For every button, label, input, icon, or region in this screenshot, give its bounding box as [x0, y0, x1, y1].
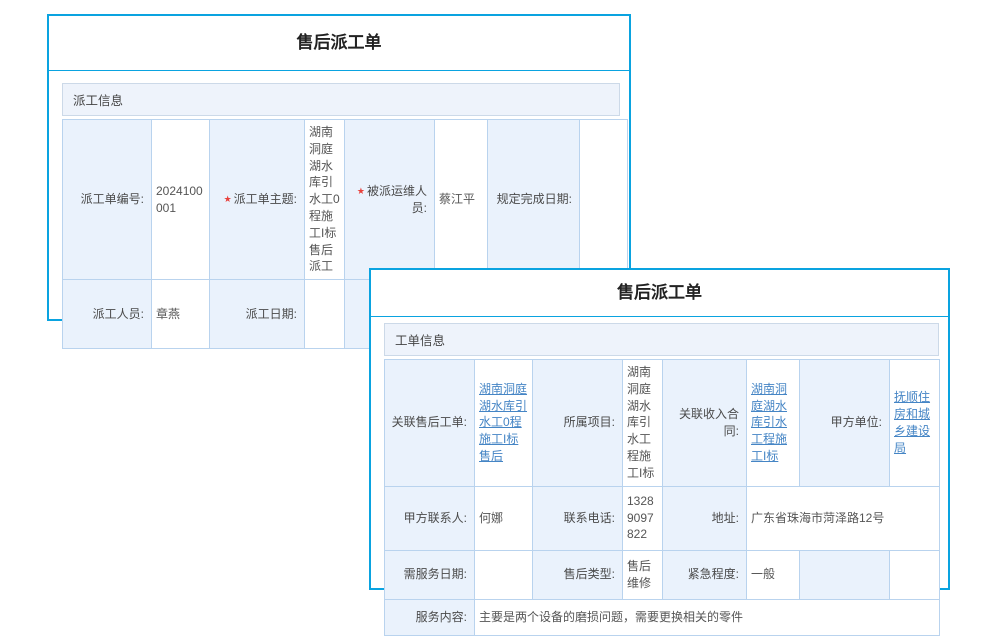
field-label-income-contract: 关联收入合同: — [663, 360, 747, 487]
section-header-dispatch-info: 派工信息 — [62, 83, 620, 116]
field-label-address: 地址: — [663, 486, 747, 550]
field-label-text: 规定完成日期: — [497, 192, 572, 206]
field-value-related-order: 湖南洞庭湖水库引水工0程施工I标售后 — [475, 360, 533, 487]
field-label-client-contact: 甲方联系人: — [385, 486, 475, 550]
field-value-project: 湖南洞庭湖水库引水工程施工I标 — [623, 360, 663, 487]
field-label-text: 甲方联系人: — [404, 511, 467, 525]
field-label-service-type: 售后类型: — [533, 550, 623, 599]
field-value-urgency: 一般 — [747, 550, 800, 599]
field-label-text: 派工人员: — [93, 307, 144, 321]
field-label-order-no: 派工单编号: — [63, 120, 152, 280]
field-label-text: 所属项目: — [564, 415, 615, 429]
income-contract-link[interactable]: 湖南洞庭湖水库引水工程施工I标 — [751, 382, 787, 463]
field-value-income-contract: 湖南洞庭湖水库引水工程施工I标 — [747, 360, 800, 487]
required-star-icon: ★ — [224, 194, 232, 204]
field-label-text: 关联售后工单: — [392, 415, 467, 429]
empty-value-cell — [890, 550, 940, 599]
work-order-info-table: 关联售后工单: 湖南洞庭湖水库引水工0程施工I标售后 所属项目: 湖南洞庭湖水库… — [384, 359, 940, 636]
field-value-service-date — [475, 550, 533, 599]
field-label-text: 地址: — [712, 511, 739, 525]
field-label-text: 需服务日期: — [404, 567, 467, 581]
field-label-assignee: ★被派运维人员: — [345, 120, 435, 280]
related-order-link[interactable]: 湖南洞庭湖水库引水工0程施工I标售后 — [479, 382, 527, 463]
field-value-deadline — [580, 120, 628, 280]
section-header-work-order-info: 工单信息 — [384, 323, 939, 356]
field-label-text: 紧急程度: — [688, 567, 739, 581]
field-label-dispatch-date: 派工日期: — [210, 280, 305, 349]
field-value-dispatcher: 章燕 — [152, 280, 210, 349]
field-value-client-unit: 抚顺住房和城乡建设局 — [890, 360, 940, 487]
field-value-dispatch-date — [305, 280, 345, 349]
field-label-related-order: 关联售后工单: — [385, 360, 475, 487]
field-label-project: 所属项目: — [533, 360, 623, 487]
field-label-text: 派工单主题: — [234, 192, 297, 206]
field-value-subject: 湖南洞庭湖水库引水工0程施工I标售后派工 — [305, 120, 345, 280]
field-label-client-unit: 甲方单位: — [800, 360, 890, 487]
field-value-phone: 13289097822 — [623, 486, 663, 550]
field-label-service-content: 服务内容: — [385, 599, 475, 635]
field-label-text: 联系电话: — [564, 511, 615, 525]
field-label-subject: ★派工单主题: — [210, 120, 305, 280]
field-label-text: 派工日期: — [246, 307, 297, 321]
required-star-icon: ★ — [357, 186, 365, 196]
field-label-service-date: 需服务日期: — [385, 550, 475, 599]
field-label-text: 派工单编号: — [81, 192, 144, 206]
empty-label-cell — [800, 550, 890, 599]
field-label-deadline: 规定完成日期: — [488, 120, 580, 280]
panel-title: 售后派工单 — [49, 16, 629, 71]
field-label-text: 服务内容: — [416, 610, 467, 624]
client-unit-link[interactable]: 抚顺住房和城乡建设局 — [894, 390, 930, 454]
field-label-text: 被派运维人员: — [367, 184, 427, 215]
field-value-address: 广东省珠海市菏泽路12号 — [747, 486, 940, 550]
field-label-urgency: 紧急程度: — [663, 550, 747, 599]
field-label-text: 甲方单位: — [831, 415, 882, 429]
field-value-client-contact: 何娜 — [475, 486, 533, 550]
field-value-assignee: 蔡江平 — [435, 120, 488, 280]
field-label-dispatcher: 派工人员: — [63, 280, 152, 349]
panel-body: 工单信息 关联售后工单: 湖南洞庭湖水库引水工0程施工I标售后 所属项目: 湖南… — [371, 317, 948, 636]
work-order-panel: 售后派工单 工单信息 关联售后工单: 湖南洞庭湖水库引水工0程施工I标售后 所属… — [369, 268, 950, 590]
field-label-text: 关联收入合同: — [679, 407, 739, 438]
field-value-service-type: 售后维修 — [623, 550, 663, 599]
field-value-service-content: 主要是两个设备的磨损问题，需要更换相关的零件 — [475, 599, 940, 635]
field-value-order-no: 2024100001 — [152, 120, 210, 280]
field-label-text: 售后类型: — [564, 567, 615, 581]
panel-title: 售后派工单 — [371, 270, 948, 317]
field-label-phone: 联系电话: — [533, 486, 623, 550]
